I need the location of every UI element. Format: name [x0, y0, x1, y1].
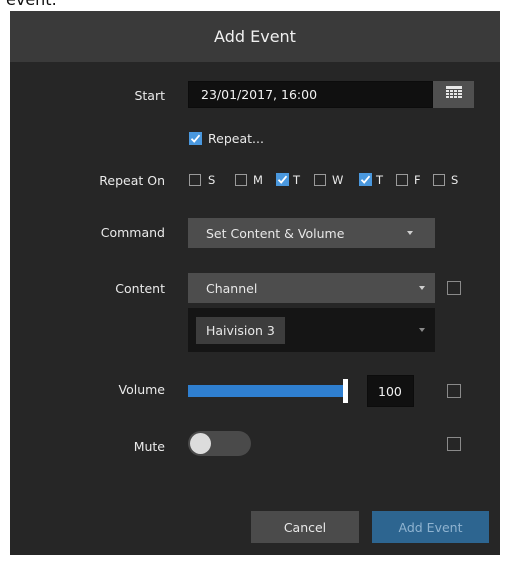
start-datetime-input[interactable]: 23/01/2017, 16:00: [188, 81, 433, 108]
calendar-icon: [445, 85, 462, 104]
volume-slider-fill: [188, 385, 346, 397]
day-checkbox-friday[interactable]: [396, 174, 408, 186]
volume-slider-handle[interactable]: [343, 379, 348, 403]
day-checkbox-monday[interactable]: [235, 174, 247, 186]
add-event-button-label: Add Event: [398, 519, 463, 535]
day-label-monday: M: [253, 173, 263, 187]
day-label-saturday: S: [451, 173, 459, 187]
cancel-button[interactable]: Cancel: [251, 511, 359, 543]
day-checkbox-thursday[interactable]: [359, 173, 372, 186]
checkmark-icon: [360, 175, 371, 184]
day-checkbox-wednesday[interactable]: [314, 174, 326, 186]
add-event-button[interactable]: Add Event: [372, 511, 489, 543]
mute-toggle[interactable]: [188, 431, 251, 456]
calendar-button[interactable]: [433, 81, 474, 108]
mute-enable-checkbox[interactable]: [447, 437, 461, 451]
content-type-dropdown[interactable]: Channel: [188, 273, 435, 303]
start-label: Start: [134, 88, 165, 103]
command-dropdown[interactable]: Set Content & Volume: [188, 218, 435, 248]
command-label: Command: [100, 225, 165, 240]
mute-toggle-knob: [190, 433, 211, 454]
checkmark-icon: [277, 175, 288, 184]
day-label-sunday: S: [208, 173, 216, 187]
chevron-down-icon: [419, 286, 425, 290]
chevron-down-icon: [419, 328, 425, 332]
day-label-tuesday: T: [293, 173, 301, 187]
volume-value: 100: [378, 383, 402, 399]
day-label-thursday: T: [376, 173, 384, 187]
start-datetime-value: 23/01/2017, 16:00: [201, 87, 318, 102]
cancel-button-label: Cancel: [283, 519, 327, 535]
page-background-text: event.: [0, 0, 506, 10]
day-label-wednesday: W: [332, 173, 344, 187]
content-label: Content: [115, 281, 165, 296]
volume-input[interactable]: 100: [367, 375, 414, 407]
dialog-title: Add Event: [214, 27, 296, 46]
chevron-down-icon: [407, 231, 413, 235]
day-checkbox-tuesday[interactable]: [276, 173, 289, 186]
dialog-header: Add Event: [10, 11, 500, 62]
repeat-checkbox[interactable]: [189, 132, 202, 145]
day-checkbox-saturday[interactable]: [433, 174, 445, 186]
day-checkbox-sunday[interactable]: [189, 174, 201, 186]
add-event-dialog: Add Event Start 23/01/2017, 16:00 Repeat…: [10, 11, 500, 555]
command-value: Set Content & Volume: [206, 225, 345, 241]
content-enable-checkbox[interactable]: [447, 281, 461, 295]
day-label-friday: F: [414, 173, 421, 187]
channel-dropdown[interactable]: Haivision 3: [188, 308, 435, 352]
content-type-value: Channel: [206, 280, 258, 296]
checkmark-icon: [190, 134, 201, 143]
channel-value: Haivision 3: [196, 316, 285, 344]
volume-enable-checkbox[interactable]: [447, 384, 461, 398]
repeat-on-label: Repeat On: [99, 173, 165, 188]
mute-label: Mute: [133, 439, 165, 454]
volume-slider-track[interactable]: [188, 385, 346, 397]
volume-label: Volume: [118, 382, 166, 397]
repeat-label: Repeat...: [208, 131, 264, 146]
